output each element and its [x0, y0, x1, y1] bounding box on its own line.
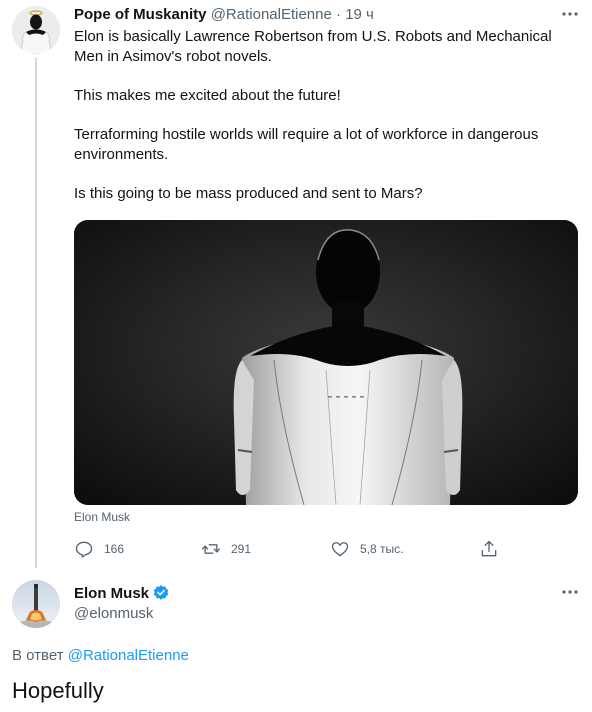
- tweet-paragraph: Terraforming hostile worlds will require…: [74, 126, 539, 163]
- replying-to-prefix: В ответ: [12, 647, 64, 664]
- retweet-button[interactable]: 291: [201, 537, 251, 561]
- author-avatar[interactable]: [12, 6, 60, 54]
- reply-author-name-row[interactable]: Elon Musk: [74, 584, 170, 602]
- replying-to-handle-link[interactable]: @RationalEtienne: [68, 647, 189, 664]
- tweet-paragraph: Elon is basically Lawrence Robertson fro…: [74, 28, 552, 65]
- like-count: 5,8 тыс.: [360, 542, 404, 556]
- tweet-actions-bar: 166 291 5,8 тыс.: [74, 537, 574, 561]
- heart-icon: [331, 542, 349, 557]
- verified-badge-icon: [153, 585, 169, 600]
- share-icon: [481, 540, 497, 557]
- tweet-header: Pope of Muskanity @RationalEtienne · 19 …: [74, 5, 374, 25]
- reply-tweet[interactable]: Elon Musk @elonmusk В ответ @RationalEti…: [0, 572, 592, 712]
- reply-icon: [75, 541, 93, 558]
- ellipsis-icon[interactable]: [560, 6, 580, 22]
- tweet-paragraph: This makes me excited about the future!: [74, 87, 341, 104]
- tweet-text: Elon is basically Lawrence Robertson fro…: [74, 27, 574, 223]
- reply-count: 166: [104, 542, 125, 556]
- like-button[interactable]: 5,8 тыс.: [330, 537, 403, 561]
- reply-tweet-text: Hopefully: [12, 678, 104, 703]
- reply-button[interactable]: 166: [74, 537, 124, 561]
- replying-to-line: В ответ @RationalEtienne: [12, 647, 189, 664]
- ellipsis-icon[interactable]: [560, 584, 580, 600]
- separator-dot: ·: [336, 6, 342, 23]
- thread-connector-line: [35, 58, 37, 568]
- share-button[interactable]: [479, 537, 509, 561]
- retweet-count: 291: [231, 542, 252, 556]
- tweet-paragraph: Is this going to be mass produced and se…: [74, 185, 423, 202]
- reply-author-name[interactable]: Elon Musk: [74, 585, 149, 602]
- media-caption: Elon Musk: [74, 510, 131, 524]
- tweet-timestamp[interactable]: 19 ч: [345, 6, 374, 23]
- author-name[interactable]: Pope of Muskanity: [74, 6, 207, 23]
- reply-author-handle[interactable]: @elonmusk: [74, 605, 153, 622]
- reply-author-avatar[interactable]: [12, 580, 60, 628]
- retweet-icon: [202, 544, 220, 554]
- original-tweet[interactable]: Pope of Muskanity @RationalEtienne · 19 …: [0, 0, 592, 572]
- tweet-media-image[interactable]: [74, 220, 578, 505]
- author-handle[interactable]: @RationalEtienne: [211, 6, 332, 23]
